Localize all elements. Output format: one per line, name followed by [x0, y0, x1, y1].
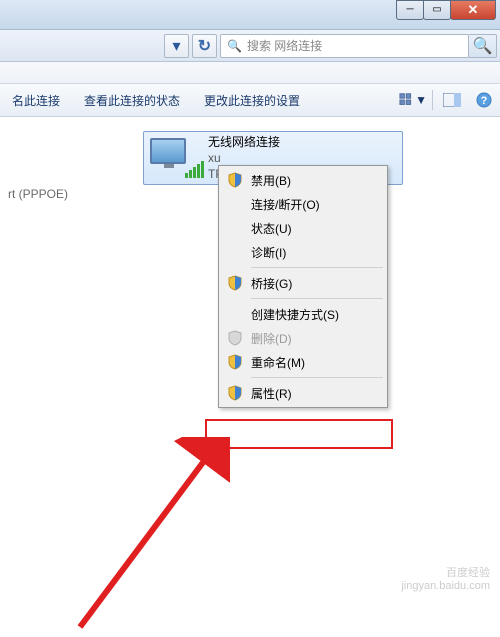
view-options-icon[interactable]: ▼ — [399, 88, 427, 112]
address-dropdown-icon[interactable]: ▾ — [164, 34, 189, 58]
shield-icon — [227, 172, 243, 188]
menu-separator — [251, 267, 383, 268]
content-area: rt (PPPOE) 无线网络连接 xu TP 禁用(B) 连接/断开(O) 状… — [0, 117, 500, 599]
menu-diagnose[interactable]: 诊断(I) — [221, 240, 385, 264]
toolbar-rename[interactable]: 名此连接 — [0, 84, 72, 116]
menu-create-shortcut[interactable]: 创建快捷方式(S) — [221, 302, 385, 326]
menu-properties[interactable]: 属性(R) — [221, 381, 385, 405]
annotation-highlight-box — [205, 419, 393, 449]
shield-icon — [227, 330, 243, 346]
shield-icon — [227, 354, 243, 370]
address-bar-row: ▾ ↻ 🔍 搜索 网络连接 🔍 — [0, 30, 500, 62]
toolbar-view-status[interactable]: 查看此连接的状态 — [72, 84, 192, 116]
maximize-button[interactable]: ▭ — [423, 0, 451, 20]
wireless-connection-icon — [150, 136, 198, 180]
search-input[interactable]: 🔍 搜索 网络连接 — [220, 34, 469, 58]
toolbar-change-settings[interactable]: 更改此连接的设置 — [192, 84, 312, 116]
search-placeholder: 搜索 网络连接 — [247, 37, 322, 54]
pppoe-connection-label[interactable]: rt (PPPOE) — [8, 187, 68, 201]
preview-pane-icon[interactable] — [438, 88, 466, 112]
toolbar-divider — [432, 90, 433, 110]
minimize-button[interactable]: ─ — [396, 0, 424, 20]
menu-disable[interactable]: 禁用(B) — [221, 168, 385, 192]
connection-title: 无线网络连接 — [208, 134, 280, 150]
signal-bars-icon — [185, 161, 204, 178]
search-icon: 🔍 — [227, 39, 242, 53]
annotation-arrow — [60, 437, 230, 637]
menu-bar — [0, 62, 500, 84]
menu-delete: 删除(D) — [221, 326, 385, 350]
shield-icon — [227, 385, 243, 401]
menu-connect-disconnect[interactable]: 连接/断开(O) — [221, 192, 385, 216]
toolbar: 名此连接 查看此连接的状态 更改此连接的设置 ▼ ? — [0, 84, 500, 117]
chevron-down-icon: ▼ — [415, 93, 427, 107]
nav-back-area — [3, 33, 161, 58]
search-go-button[interactable]: 🔍 — [469, 34, 497, 58]
menu-separator — [251, 377, 383, 378]
window-titlebar: ─ ▭ ✕ — [0, 0, 500, 30]
svg-text:?: ? — [481, 95, 488, 107]
menu-separator — [251, 298, 383, 299]
help-icon[interactable]: ? — [470, 88, 498, 112]
window-controls: ─ ▭ ✕ — [397, 0, 496, 20]
close-button[interactable]: ✕ — [450, 0, 496, 20]
menu-status[interactable]: 状态(U) — [221, 216, 385, 240]
menu-rename[interactable]: 重命名(M) — [221, 350, 385, 374]
connection-line2: xu — [208, 150, 280, 166]
menu-bridge[interactable]: 桥接(G) — [221, 271, 385, 295]
context-menu: 禁用(B) 连接/断开(O) 状态(U) 诊断(I) 桥接(G) 创建快捷方式(… — [218, 165, 388, 408]
shield-icon — [227, 275, 243, 291]
refresh-button[interactable]: ↻ — [192, 34, 217, 58]
watermark: 百度经验 jingyan.baidu.com — [401, 567, 490, 593]
